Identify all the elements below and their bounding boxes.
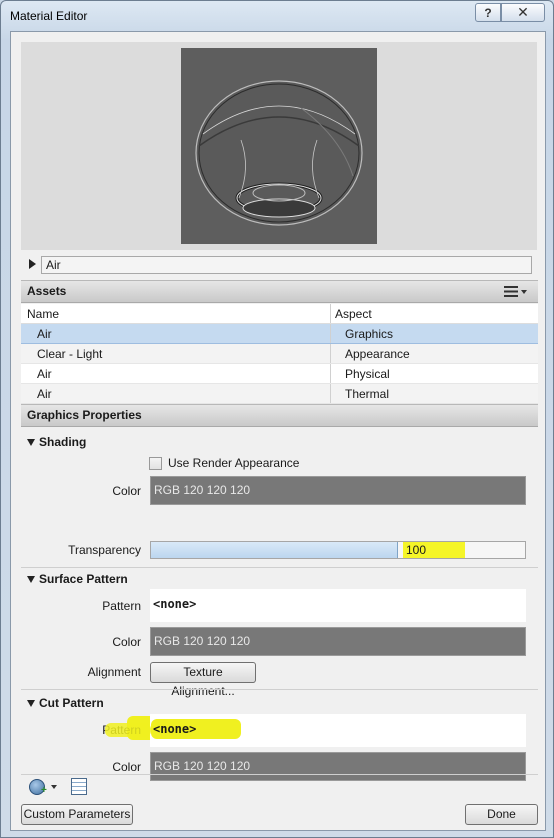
assets-table-header: Name Aspect [21, 304, 538, 324]
dropdown-caret-icon [521, 289, 527, 294]
shading-color-label: Color [112, 484, 141, 498]
asset-aspect-cell: Thermal [345, 387, 390, 401]
cut-pattern-group-toggle[interactable]: Cut Pattern [27, 696, 104, 710]
asset-aspect-cell: Physical [345, 367, 390, 381]
done-button[interactable]: Done [465, 804, 538, 825]
graphics-properties-label: Graphics Properties [27, 408, 142, 422]
surface-pattern-group-toggle[interactable]: Surface Pattern [27, 572, 128, 586]
use-render-appearance-checkbox[interactable] [149, 457, 162, 470]
material-editor-window: Material Editor ? ✕ Air Assets Name Aspe… [0, 0, 554, 838]
transparency-value-field[interactable]: 100 [403, 542, 465, 558]
material-preview-image [181, 48, 377, 244]
asset-browser-icon[interactable] [71, 778, 87, 795]
help-button[interactable]: ? [475, 3, 501, 22]
plus-icon: + [41, 785, 47, 796]
material-name-bar: Air [21, 254, 537, 276]
table-row[interactable]: Clear - Light Appearance [21, 344, 538, 364]
cut-pattern-title: Cut Pattern [39, 696, 104, 710]
glass-sphere-preview [181, 48, 377, 244]
cut-color-label: Color [112, 760, 141, 774]
asset-aspect-cell: Appearance [345, 347, 410, 361]
asset-name-cell: Clear - Light [21, 344, 331, 363]
cut-pattern-value[interactable]: <none> [150, 714, 526, 747]
shading-title: Shading [39, 435, 87, 449]
transparency-slider[interactable]: 100 [150, 541, 526, 559]
column-header-aspect[interactable]: Aspect [331, 304, 538, 323]
asset-name-cell: Air [21, 384, 331, 403]
dropdown-caret-icon[interactable] [51, 785, 57, 789]
group-divider [21, 689, 538, 690]
surface-color-label: Color [112, 635, 141, 649]
asset-name-cell: Air [21, 364, 331, 383]
shading-color-swatch[interactable]: RGB 120 120 120 [150, 476, 526, 505]
asset-aspect-cell: Graphics [345, 327, 394, 341]
group-divider [21, 567, 538, 568]
surface-pattern-field[interactable]: <none> [150, 589, 526, 622]
graphics-properties-header: Graphics Properties [21, 404, 538, 427]
asset-list-view-button[interactable] [504, 284, 530, 299]
surface-color-swatch[interactable]: RGB 120 120 120 [150, 627, 526, 656]
expand-triangle-icon[interactable] [29, 259, 36, 269]
material-name-field[interactable]: Air [41, 256, 532, 274]
texture-alignment-button[interactable]: Texture Alignment... [150, 662, 256, 698]
title-bar[interactable]: Material Editor ? ✕ [1, 1, 553, 31]
surface-pattern-label: Pattern [102, 599, 141, 613]
asset-name-cell: Air [21, 324, 331, 343]
window-title: Material Editor [10, 9, 88, 23]
assets-table: Name Aspect Air Graphics Clear - Light A… [21, 304, 538, 404]
transparency-slider-fill [151, 542, 398, 558]
close-button[interactable]: ✕ [501, 3, 545, 22]
custom-parameters-button[interactable]: Custom Parameters [21, 804, 133, 825]
table-row[interactable]: Air Graphics [21, 324, 538, 344]
shading-group-toggle[interactable]: Shading [27, 435, 86, 449]
column-header-name[interactable]: Name [21, 304, 331, 323]
use-render-appearance-label: Use Render Appearance [168, 456, 300, 470]
alignment-label: Alignment [87, 665, 141, 679]
bottom-toolbar: + [21, 774, 538, 798]
surface-pattern-title: Surface Pattern [39, 572, 128, 586]
preview-area [21, 42, 537, 250]
table-row[interactable]: Air Thermal [21, 384, 538, 404]
yellow-highlight-mark [105, 723, 151, 737]
table-row[interactable]: Air Physical [21, 364, 538, 384]
collapse-triangle-icon [27, 699, 35, 707]
editor-client-area: Air Assets Name Aspect Air Graphics Clea… [10, 31, 546, 831]
assets-header-label: Assets [27, 284, 67, 298]
collapse-triangle-icon [27, 438, 35, 446]
list-view-icon [504, 286, 518, 297]
collapse-triangle-icon [27, 575, 35, 583]
assets-header: Assets [21, 280, 538, 303]
graphics-properties-panel: Shading Use Render Appearance Color RGB … [21, 427, 538, 802]
transparency-label: Transparency [68, 543, 141, 557]
